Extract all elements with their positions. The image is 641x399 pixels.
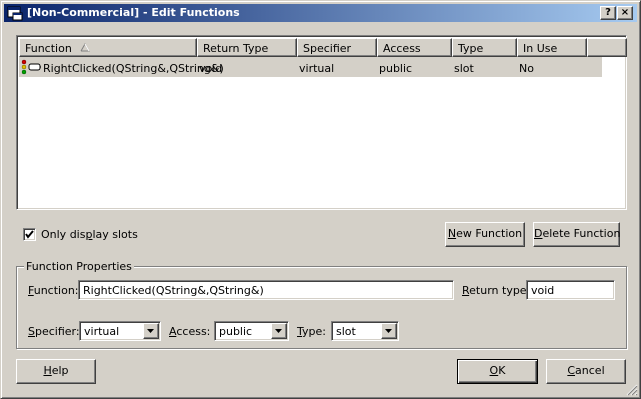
specifier-label: Specifier: <box>28 325 80 338</box>
function-properties-title: Function Properties <box>24 260 134 273</box>
cell-specifier: virtual <box>299 62 335 75</box>
function-label-text: unction: <box>33 284 79 297</box>
specifier-mnemonic: S <box>28 325 35 338</box>
title-bar[interactable]: [Non-Commercial] - Edit Functions ? × <box>4 4 637 22</box>
context-help-button[interactable]: ? <box>600 6 616 20</box>
access-label: Access: <box>169 325 210 338</box>
help-mnemonic: H <box>43 364 52 377</box>
specifier-label-text: pecifier: <box>34 325 80 338</box>
functions-list[interactable]: Function Return Type Specifier Access Ty… <box>16 35 627 210</box>
function-label: Function: <box>28 284 79 297</box>
column-header-type[interactable]: Type <box>452 38 517 57</box>
help-label: elp <box>51 364 69 377</box>
specifier-select[interactable]: virtual <box>79 321 161 341</box>
cell-return-type: void <box>199 62 223 75</box>
cell-function: RightClicked(QString&,QString&) <box>43 62 224 75</box>
function-name-value: RightClicked(QString&,QString&) <box>83 284 264 297</box>
new-function-label: ew Function <box>456 227 523 240</box>
column-header-label: Specifier <box>303 42 352 55</box>
resize-grip-icon[interactable] <box>626 384 638 396</box>
access-value: public <box>219 325 253 338</box>
chevron-down-icon[interactable] <box>381 323 397 339</box>
cancel-mnemonic: C <box>567 364 576 377</box>
column-header-label: Access <box>383 42 421 55</box>
ok-button[interactable]: OK <box>457 359 538 384</box>
ok-label: K <box>498 364 506 377</box>
ok-mnemonic: O <box>489 364 499 377</box>
slot-function-icon <box>21 59 41 75</box>
column-header-filler <box>587 38 627 57</box>
only-slots-label-suffix: lay slots <box>92 228 138 241</box>
specifier-value: virtual <box>84 325 120 338</box>
chevron-down-icon[interactable] <box>271 323 287 339</box>
type-label: Type: <box>297 325 326 338</box>
column-header-label: Function <box>25 42 72 55</box>
type-value: slot <box>336 325 356 338</box>
sort-ascending-icon <box>80 43 90 52</box>
column-header-label: In Use <box>523 42 558 55</box>
column-header-access[interactable]: Access <box>377 38 452 57</box>
cell-access: public <box>379 62 413 75</box>
help-button[interactable]: Help <box>16 359 96 384</box>
list-header: Function Return Type Specifier Access Ty… <box>19 38 627 57</box>
return-type-label-text: eturn type: <box>469 284 531 297</box>
only-display-slots-label[interactable]: Only display slots <box>41 228 138 241</box>
window-edit-icon <box>7 6 23 21</box>
only-slots-label-prefix: Only dis <box>41 228 86 241</box>
delete-function-button[interactable]: Delete Function <box>533 222 620 247</box>
cancel-button[interactable]: Cancel <box>546 359 626 384</box>
new-function-mnemonic: N <box>447 227 457 240</box>
checkmark-icon <box>25 230 34 239</box>
return-type-input[interactable]: void <box>526 280 615 300</box>
cell-in-use: No <box>519 62 534 75</box>
delete-function-label: elete Function <box>542 227 621 240</box>
column-header-in-use[interactable]: In Use <box>517 38 587 57</box>
type-select[interactable]: slot <box>331 321 399 341</box>
cancel-label: ancel <box>575 364 605 377</box>
chevron-down-icon[interactable] <box>143 323 159 339</box>
access-select[interactable]: public <box>214 321 289 341</box>
return-type-value: void <box>531 284 555 297</box>
column-header-label: Return Type <box>203 42 269 55</box>
only-display-slots-checkbox[interactable] <box>23 228 36 241</box>
return-type-label: Return type: <box>462 284 530 297</box>
column-header-return-type[interactable]: Return Type <box>197 38 297 57</box>
window-title: [Non-Commercial] - Edit Functions <box>27 6 240 19</box>
cell-type: slot <box>454 62 474 75</box>
table-row[interactable]: RightClicked(QString&,QString&) void vir… <box>19 57 602 77</box>
function-name-input[interactable]: RightClicked(QString&,QString&) <box>78 280 454 300</box>
edit-functions-dialog: [Non-Commercial] - Edit Functions ? × Fu… <box>0 0 641 399</box>
column-header-function[interactable]: Function <box>19 38 197 57</box>
type-label-text: ype: <box>302 325 326 338</box>
close-button[interactable]: × <box>617 6 633 20</box>
access-label-text: ccess: <box>176 325 211 338</box>
column-header-specifier[interactable]: Specifier <box>297 38 377 57</box>
column-header-label: Type <box>458 42 484 55</box>
new-function-button[interactable]: New Function <box>445 222 525 247</box>
